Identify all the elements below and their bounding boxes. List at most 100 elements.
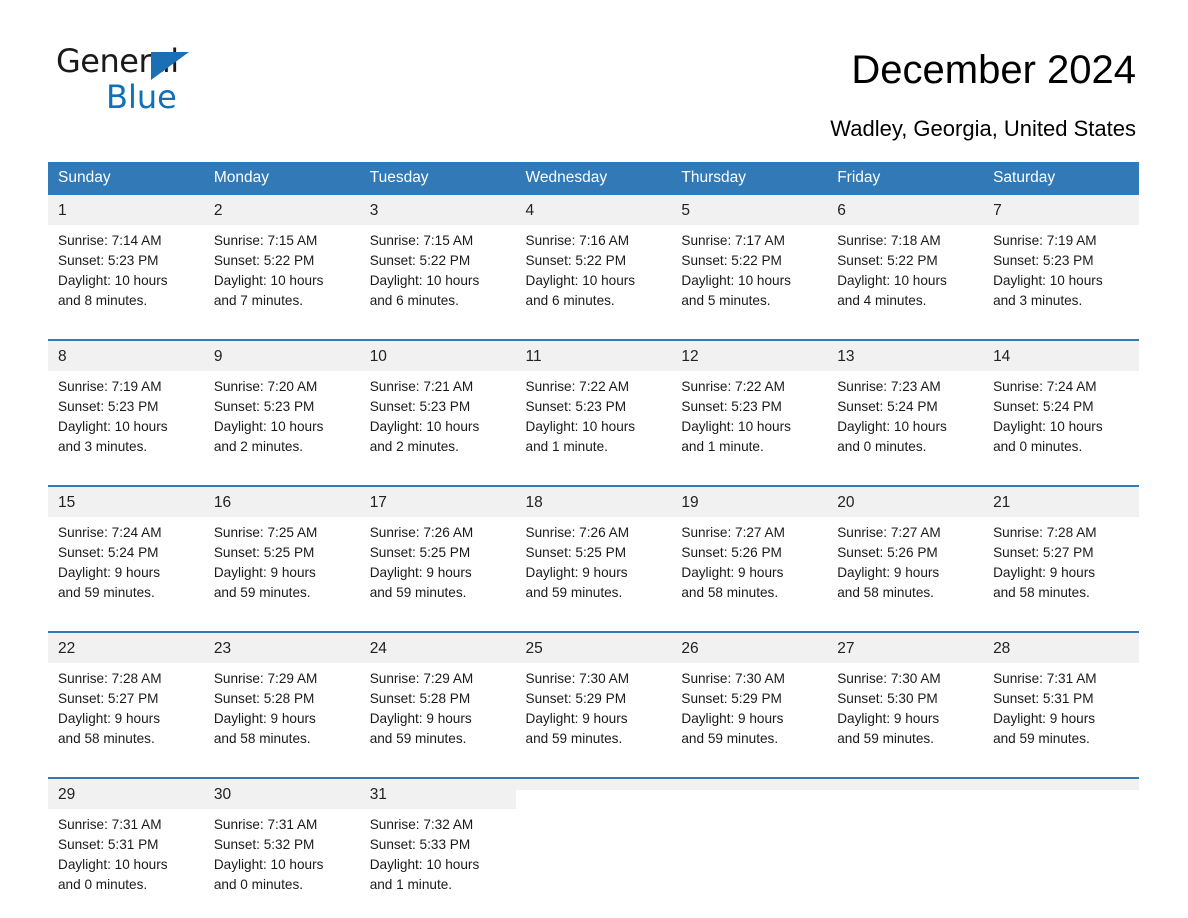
calendar-day-cell[interactable]: 30 Sunrise: 7:31 AM Sunset: 5:32 PM Dayligh…: [203, 777, 360, 897]
sunrise-text: Sunrise: 7:27 AM: [837, 525, 941, 540]
calendar-page: General Blue December 2024 Wadley, Georg…: [0, 0, 1188, 918]
daylight-line1-text: Daylight: 10 hours: [58, 273, 168, 288]
calendar-day-cell[interactable]: 31 Sunrise: 7:32 AM Sunset: 5:33 PM Dayligh…: [359, 777, 516, 897]
sunset-text: Sunset: 5:27 PM: [58, 691, 159, 706]
day-number: 14: [983, 341, 1139, 371]
day-details: Sunrise: 7:19 AM Sunset: 5:23 PM Daylight:…: [983, 225, 1139, 313]
daylight-line1-text: Daylight: 9 hours: [213, 711, 316, 726]
sunset-text: Sunset: 5:22 PM: [681, 253, 782, 268]
day-details: Sunrise: 7:26 AM Sunset: 5:25 PM Daylight:…: [360, 517, 516, 605]
sunrise-text: Sunrise: 7:20 AM: [213, 379, 318, 394]
week-spacer-cell: [48, 459, 1139, 486]
daylight-line1-text: Daylight: 10 hours: [837, 273, 947, 288]
day-number: 5: [671, 195, 828, 225]
day-details: Sunrise: 7:15 AM Sunset: 5:22 PM Daylight:…: [360, 225, 516, 313]
calendar-day-cell[interactable]: 3 Sunrise: 7:15 AM Sunset: 5:22 PM Daylight…: [359, 195, 516, 313]
calendar-day-cell[interactable]: 25 Sunrise: 7:30 AM Sunset: 5:29 PM Dayligh…: [515, 631, 672, 751]
calendar-day-cell[interactable]: 27 Sunrise: 7:30 AM Sunset: 5:30 PM Dayligh…: [827, 631, 984, 751]
sunset-text: Sunset: 5:27 PM: [993, 545, 1094, 560]
day-number: 1: [48, 195, 204, 225]
day-number: [827, 779, 984, 790]
daylight-line1-text: Daylight: 10 hours: [993, 273, 1103, 288]
page-title: December 2024: [851, 48, 1136, 92]
day-number: 26: [671, 633, 828, 663]
sunset-text: Sunset: 5:24 PM: [837, 399, 938, 414]
day-details: Sunrise: 7:24 AM Sunset: 5:24 PM Daylight:…: [983, 371, 1139, 459]
sunrise-text: Sunrise: 7:15 AM: [369, 233, 474, 248]
calendar-day-cell[interactable]: 7 Sunrise: 7:19 AM Sunset: 5:23 PM Daylight…: [983, 195, 1139, 313]
calendar-day-cell[interactable]: 10 Sunrise: 7:21 AM Sunset: 5:23 PM Dayligh…: [359, 339, 516, 459]
sunset-text: Sunset: 5:28 PM: [213, 691, 315, 706]
calendar-day-cell[interactable]: 9 Sunrise: 7:20 AM Sunset: 5:23 PM Daylight…: [203, 339, 360, 459]
day-number: 20: [827, 487, 984, 517]
daylight-line2-text: and 1 minute.: [681, 439, 764, 454]
day-number: 8: [48, 341, 204, 371]
calendar-day-cell[interactable]: 23 Sunrise: 7:29 AM Sunset: 5:28 PM Dayligh…: [203, 631, 360, 751]
sunset-text: Sunset: 5:26 PM: [681, 545, 782, 560]
calendar-day-cell[interactable]: 19 Sunrise: 7:27 AM Sunset: 5:26 PM Dayligh…: [671, 485, 828, 605]
day-number: [671, 779, 828, 790]
calendar-day-cell[interactable]: 18 Sunrise: 7:26 AM Sunset: 5:25 PM Dayligh…: [515, 485, 672, 605]
daylight-line2-text: and 3 minutes.: [993, 293, 1083, 308]
daylight-line1-text: Daylight: 10 hours: [369, 273, 480, 288]
daylight-line1-text: Daylight: 9 hours: [525, 565, 628, 580]
calendar-week-row: 15 Sunrise: 7:24 AM Sunset: 5:24 PM Dayligh…: [48, 485, 1139, 605]
weekday-header-sunday: Sunday: [48, 162, 204, 195]
daylight-line1-text: Daylight: 10 hours: [213, 273, 324, 288]
day-details: Sunrise: 7:27 AM Sunset: 5:26 PM Daylight:…: [671, 517, 827, 605]
calendar-day-cell[interactable]: 8 Sunrise: 7:19 AM Sunset: 5:23 PM Daylight…: [48, 339, 204, 459]
sunrise-text: Sunrise: 7:23 AM: [837, 379, 941, 394]
calendar-day-cell[interactable]: 21 Sunrise: 7:28 AM Sunset: 5:27 PM Dayligh…: [983, 485, 1139, 605]
calendar-day-cell[interactable]: 20 Sunrise: 7:27 AM Sunset: 5:26 PM Dayligh…: [827, 485, 984, 605]
daylight-line2-text: and 0 minutes.: [213, 877, 304, 892]
day-number: 23: [203, 633, 360, 663]
sunrise-text: Sunrise: 7:29 AM: [213, 671, 318, 686]
day-number: 6: [827, 195, 984, 225]
day-number: 18: [515, 487, 672, 517]
calendar-cell-empty: [827, 777, 984, 897]
calendar-day-cell[interactable]: 1 Sunrise: 7:14 AM Sunset: 5:23 PM Daylight…: [48, 195, 204, 313]
general-blue-logo[interactable]: General Blue: [56, 44, 206, 122]
calendar-day-cell[interactable]: 16 Sunrise: 7:25 AM Sunset: 5:25 PM Dayligh…: [203, 485, 360, 605]
sunrise-text: Sunrise: 7:31 AM: [993, 671, 1097, 686]
day-number: [515, 779, 672, 790]
daylight-line1-text: Daylight: 10 hours: [993, 419, 1103, 434]
daylight-line2-text: and 3 minutes.: [58, 439, 148, 454]
day-details: Sunrise: 7:15 AM Sunset: 5:22 PM Daylight:…: [204, 225, 360, 313]
sunset-text: Sunset: 5:33 PM: [369, 837, 471, 852]
sunset-text: Sunset: 5:23 PM: [213, 399, 315, 414]
daylight-line1-text: Daylight: 10 hours: [213, 419, 324, 434]
sunset-text: Sunset: 5:23 PM: [369, 399, 471, 414]
calendar-day-cell[interactable]: 17 Sunrise: 7:26 AM Sunset: 5:25 PM Dayligh…: [359, 485, 516, 605]
calendar-day-cell[interactable]: 22 Sunrise: 7:28 AM Sunset: 5:27 PM Dayligh…: [48, 631, 204, 751]
calendar-day-cell[interactable]: 28 Sunrise: 7:31 AM Sunset: 5:31 PM Dayligh…: [983, 631, 1139, 751]
sunset-text: Sunset: 5:25 PM: [213, 545, 315, 560]
calendar-day-cell[interactable]: 26 Sunrise: 7:30 AM Sunset: 5:29 PM Dayligh…: [671, 631, 828, 751]
daylight-line2-text: and 59 minutes.: [369, 731, 467, 746]
calendar-day-cell[interactable]: 14 Sunrise: 7:24 AM Sunset: 5:24 PM Dayligh…: [983, 339, 1139, 459]
calendar-day-cell[interactable]: 5 Sunrise: 7:17 AM Sunset: 5:22 PM Daylight…: [671, 195, 828, 313]
day-number: 17: [359, 487, 516, 517]
calendar-day-cell[interactable]: 11 Sunrise: 7:22 AM Sunset: 5:23 PM Dayligh…: [515, 339, 672, 459]
day-details: Sunrise: 7:30 AM Sunset: 5:29 PM Daylight:…: [516, 663, 672, 751]
calendar-day-cell[interactable]: 13 Sunrise: 7:23 AM Sunset: 5:24 PM Dayligh…: [827, 339, 984, 459]
calendar-day-cell[interactable]: 29 Sunrise: 7:31 AM Sunset: 5:31 PM Dayligh…: [48, 777, 204, 897]
calendar-day-cell[interactable]: 12 Sunrise: 7:22 AM Sunset: 5:23 PM Dayligh…: [671, 339, 828, 459]
day-details: Sunrise: 7:25 AM Sunset: 5:25 PM Daylight:…: [204, 517, 360, 605]
calendar-day-cell[interactable]: 24 Sunrise: 7:29 AM Sunset: 5:28 PM Dayligh…: [359, 631, 516, 751]
day-details: Sunrise: 7:26 AM Sunset: 5:25 PM Daylight:…: [516, 517, 672, 605]
sunrise-text: Sunrise: 7:17 AM: [681, 233, 785, 248]
calendar-body: 1 Sunrise: 7:14 AM Sunset: 5:23 PM Daylight…: [48, 195, 1139, 897]
day-details: Sunrise: 7:16 AM Sunset: 5:22 PM Daylight:…: [516, 225, 672, 313]
day-details: Sunrise: 7:29 AM Sunset: 5:28 PM Daylight:…: [360, 663, 516, 751]
daylight-line2-text: and 58 minutes.: [837, 585, 934, 600]
calendar-day-cell[interactable]: 15 Sunrise: 7:24 AM Sunset: 5:24 PM Dayligh…: [48, 485, 204, 605]
sunset-text: Sunset: 5:25 PM: [525, 545, 627, 560]
daylight-line1-text: Daylight: 9 hours: [369, 711, 472, 726]
sunset-text: Sunset: 5:31 PM: [993, 691, 1094, 706]
calendar-day-cell[interactable]: 6 Sunrise: 7:18 AM Sunset: 5:22 PM Daylight…: [827, 195, 984, 313]
sunrise-text: Sunrise: 7:14 AM: [58, 233, 162, 248]
calendar-day-cell[interactable]: 4 Sunrise: 7:16 AM Sunset: 5:22 PM Daylight…: [515, 195, 672, 313]
sunset-text: Sunset: 5:31 PM: [58, 837, 159, 852]
calendar-day-cell[interactable]: 2 Sunrise: 7:15 AM Sunset: 5:22 PM Daylight…: [203, 195, 360, 313]
